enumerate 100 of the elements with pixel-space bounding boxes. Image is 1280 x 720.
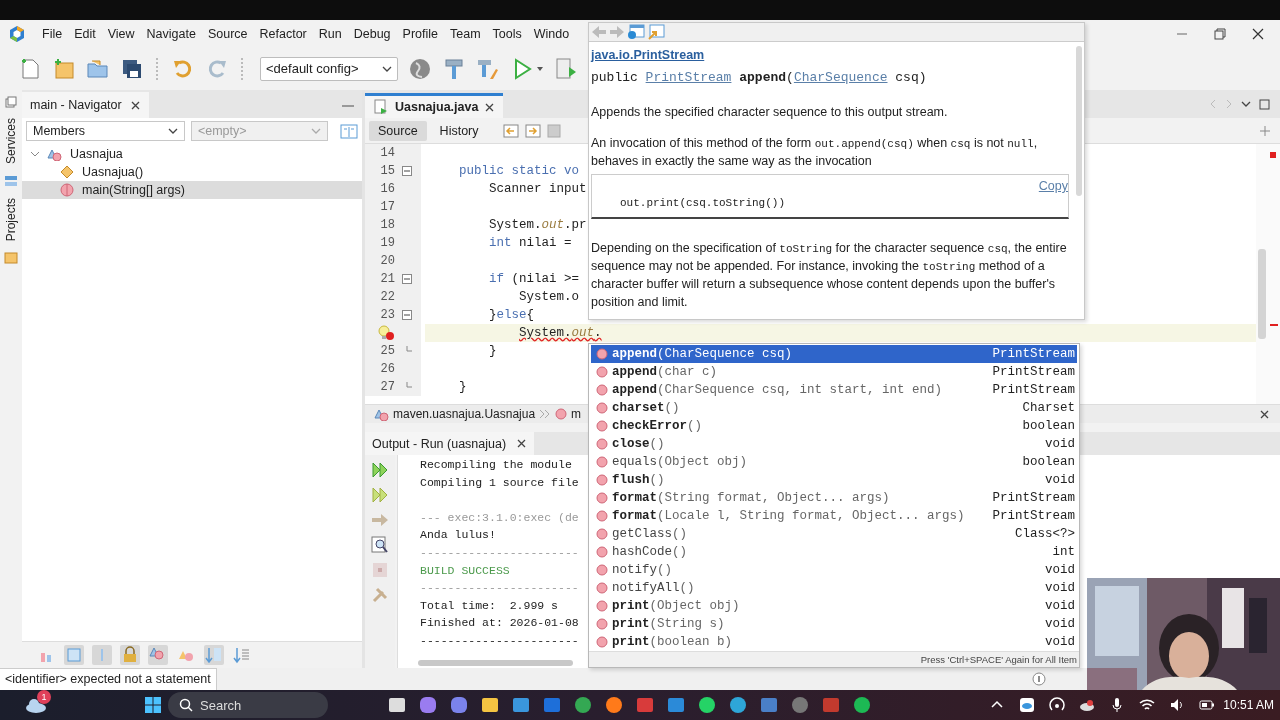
completion-item[interactable]: hashCode() int — [591, 543, 1077, 561]
sort-alpha-icon[interactable] — [204, 645, 224, 665]
completion-item[interactable]: print(boolean b) void — [591, 633, 1077, 651]
output-line: Compiling 1 source file — [420, 474, 579, 491]
forward-icon[interactable] — [523, 122, 542, 139]
search-icon[interactable] — [371, 536, 389, 554]
notification-icon[interactable] — [1032, 672, 1046, 686]
completion-hint: Press 'Ctrl+SPACE' Again for All Item — [920, 654, 1077, 665]
caret-icon[interactable] — [536, 64, 544, 73]
type-link[interactable]: CharSequence — [793, 70, 888, 85]
view-tab[interactable]: History — [430, 120, 488, 141]
source-icon[interactable] — [647, 24, 665, 40]
line-number: 14 — [380, 146, 395, 160]
code-line: int nilai = — [488, 235, 572, 252]
type-link[interactable]: PrintStream — [645, 70, 732, 85]
menu-item[interactable]: Run — [312, 26, 348, 41]
panel-tab[interactable]: Output - Run (uasnajua) — [365, 432, 535, 455]
menu-item[interactable]: Profile — [396, 26, 444, 41]
menu-item[interactable]: Edit — [68, 26, 102, 41]
sort-list-icon[interactable] — [232, 645, 252, 665]
document-icon[interactable] — [5, 96, 17, 108]
menu-item[interactable]: Debug — [347, 26, 397, 41]
menu-item[interactable]: Windo — [527, 26, 576, 41]
hammer-icon[interactable] — [442, 56, 466, 81]
minimize-icon[interactable] — [342, 104, 354, 108]
error-hint-icon[interactable] — [377, 325, 395, 341]
arrow-icon[interactable] — [371, 511, 389, 529]
tree-item[interactable]: main(String[] args) — [22, 181, 362, 199]
menu-item[interactable]: Refactor — [253, 26, 313, 41]
file-tab[interactable]: Uasnajua.java — [365, 93, 504, 118]
shapes-icon[interactable] — [148, 645, 168, 665]
close-icon[interactable] — [1252, 27, 1264, 40]
completion-item[interactable]: getClass() Class<?> — [591, 525, 1077, 543]
close-icon[interactable] — [129, 99, 141, 111]
rerun-icon[interactable] — [371, 461, 389, 479]
completion-item[interactable]: charset() Charset — [591, 399, 1077, 417]
completion-item[interactable]: append(CharSequence csq) PrintStream — [591, 345, 1077, 363]
completion-item[interactable]: append(char c) PrintStream — [591, 363, 1077, 381]
members-dropdown[interactable]: Members — [26, 120, 185, 141]
new-project-icon[interactable] — [52, 56, 76, 81]
lock-icon[interactable] — [120, 645, 140, 665]
close-icon[interactable] — [1259, 408, 1270, 420]
wrench-icon[interactable] — [371, 586, 389, 604]
scrollbar-thumb[interactable] — [418, 660, 573, 666]
clock-time: 10:51 AM — [1223, 698, 1274, 712]
method-icon — [596, 366, 608, 378]
scrollbar-thumb[interactable] — [1258, 249, 1266, 339]
stop-icon[interactable] — [371, 561, 389, 579]
rerun-icon[interactable] — [371, 486, 389, 504]
completion-item[interactable]: notify() void — [591, 561, 1077, 579]
broadcast-icon[interactable] — [1049, 697, 1066, 713]
close-icon[interactable] — [484, 101, 496, 113]
menu-item[interactable]: Navigate — [140, 26, 202, 41]
breadcrumb[interactable]: m — [571, 407, 582, 421]
battery-icon[interactable] — [1199, 697, 1216, 713]
maximize-icon[interactable] — [1259, 98, 1270, 110]
forward-icon[interactable] — [609, 25, 625, 39]
debug-icon[interactable] — [554, 56, 578, 81]
fold-icon[interactable] — [402, 166, 412, 176]
side-tab[interactable]: Services — [4, 114, 18, 168]
restore-icon[interactable] — [1214, 27, 1226, 40]
search-field[interactable]: Search — [168, 692, 328, 718]
close-icon[interactable] — [516, 438, 528, 449]
scrollbar-thumb[interactable] — [1076, 46, 1082, 196]
completion-item[interactable]: flush() void — [591, 471, 1077, 489]
add-icon[interactable] — [1260, 125, 1270, 136]
line-number: 22 — [380, 290, 395, 304]
menu-item[interactable]: Source — [201, 26, 254, 41]
completion-item[interactable]: checkError() boolean — [591, 417, 1077, 435]
fold-icon[interactable] — [402, 310, 412, 320]
class-link[interactable]: java.io.PrintStream — [591, 46, 705, 64]
panel-tab[interactable]: main - Navigator — [22, 92, 149, 118]
completion-item[interactable]: print(Object obj) void — [591, 597, 1077, 615]
completion-item[interactable]: notifyAll() void — [591, 579, 1077, 597]
completion-item[interactable]: close() void — [591, 435, 1077, 453]
back-icon[interactable] — [501, 122, 520, 139]
completion-item[interactable]: print(String s) void — [591, 615, 1077, 633]
tree-item[interactable]: Uasnajua() — [22, 163, 362, 181]
menu-item[interactable]: Tools — [486, 26, 528, 41]
line-number: 16 — [380, 182, 395, 196]
menu-item[interactable]: View — [101, 26, 141, 41]
fold-icon[interactable] — [402, 274, 412, 284]
menu-item[interactable]: Team — [444, 26, 487, 41]
completion-item[interactable]: append(CharSequence csq, int start, int end) PrintStream — [591, 381, 1077, 399]
copy-link[interactable]: Copy — [1038, 177, 1068, 195]
completion-item[interactable]: format(Locale l, String format, Object... args) PrintStream — [591, 507, 1077, 525]
config-dropdown[interactable]: <default config> — [260, 56, 398, 81]
globe-icon[interactable] — [408, 56, 432, 81]
caret-icon[interactable] — [1241, 99, 1251, 109]
completion-item[interactable]: format(String format, Object... args) PrintStream — [591, 489, 1077, 507]
back-icon[interactable] — [591, 25, 607, 39]
tree-item[interactable]: Uasnajua — [22, 145, 362, 163]
breadcrumb[interactable]: maven.uasnajua.Uasnajua — [393, 407, 536, 421]
server-icon[interactable] — [4, 174, 18, 188]
view-tab[interactable]: Source — [369, 120, 427, 141]
notification-badge: 1 — [37, 690, 51, 704]
side-tab[interactable]: Projects — [4, 194, 18, 246]
menu-item[interactable]: File — [36, 26, 69, 41]
windows-icon[interactable] — [144, 696, 162, 714]
completion-item[interactable]: equals(Object obj) boolean — [591, 453, 1077, 471]
